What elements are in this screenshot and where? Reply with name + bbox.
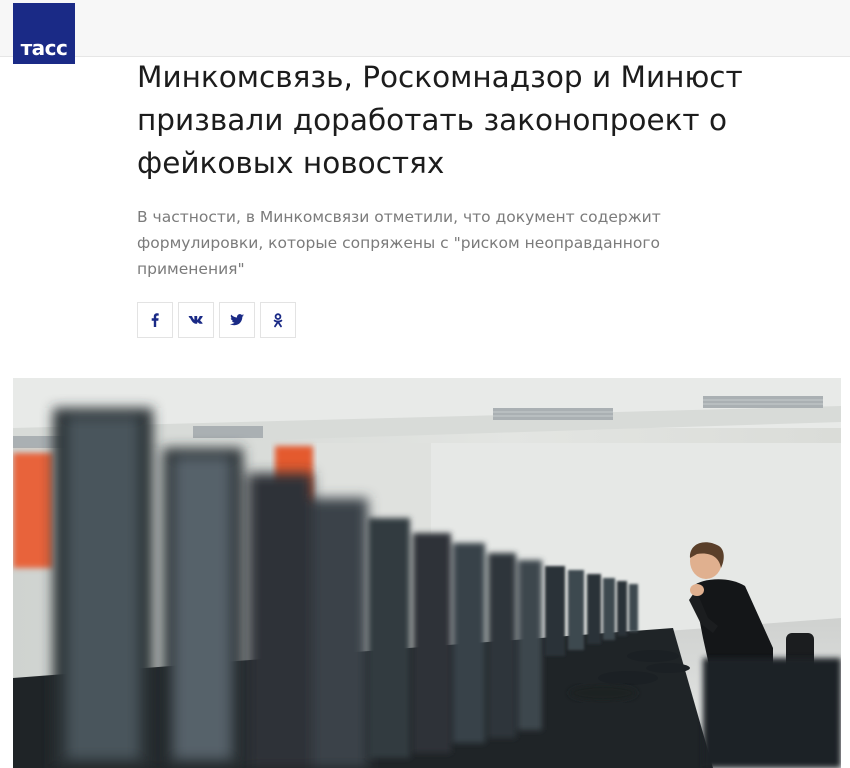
share-vk-button[interactable]	[178, 302, 214, 338]
facebook-icon	[151, 313, 159, 327]
article-lead: В частности, в Минкомсвязи отметили, что…	[137, 208, 661, 278]
article-photo	[13, 378, 841, 768]
odnoklassniki-icon	[273, 312, 283, 327]
share-facebook-button[interactable]	[137, 302, 173, 338]
share-odnoklassniki-button[interactable]	[260, 302, 296, 338]
article-headline: Минкомсвязь, Роскомнадзор и Минюст призв…	[137, 60, 743, 180]
tass-logo[interactable]: тасс	[13, 3, 75, 64]
top-bar	[0, 0, 850, 57]
share-buttons	[137, 302, 296, 338]
twitter-icon	[230, 314, 244, 326]
photo-image	[13, 378, 841, 768]
logo-text: тасс	[20, 36, 68, 60]
share-twitter-button[interactable]	[219, 302, 255, 338]
vk-icon	[188, 316, 203, 324]
